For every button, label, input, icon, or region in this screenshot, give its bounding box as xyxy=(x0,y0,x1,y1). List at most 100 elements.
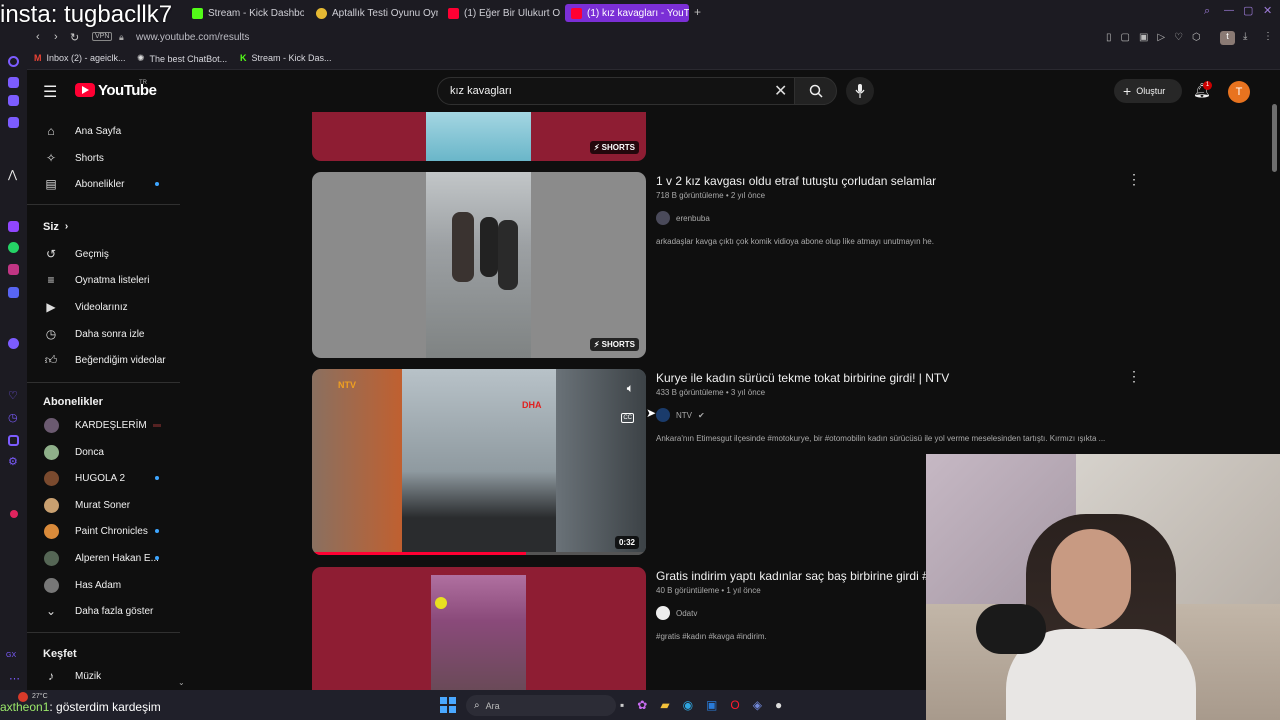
sidebar-sub-alperen-hakan[interactable]: Alperen Hakan E... xyxy=(27,545,187,571)
sidebar-sub-kardeslerim[interactable]: KARDEŞLERİM xyxy=(27,412,187,438)
heart-icon[interactable]: ♡ xyxy=(8,389,18,402)
reload-icon[interactable]: ↻ xyxy=(70,31,79,44)
whatsapp-icon[interactable] xyxy=(8,242,19,253)
tab-kick-dashboard[interactable]: Stream - Kick Dashboard xyxy=(186,4,304,22)
back-icon[interactable]: ‹ xyxy=(36,31,40,43)
your-videos-icon: ▶ xyxy=(46,300,56,314)
shorts-badge: ⚡︎ SHORTS xyxy=(589,338,639,351)
sidebar-scroll-up-icon[interactable]: ⌃ xyxy=(178,112,185,115)
video-title[interactable]: 1 v 2 kız kavgası oldu etraf tutuştu çor… xyxy=(656,174,936,188)
tab-youtube-active[interactable]: (1) kız kavagları - YouTube xyxy=(565,4,689,22)
search-tabs-icon[interactable]: ⌕ xyxy=(1204,5,1210,18)
sidebar-sub-paint-chronicles[interactable]: Paint Chronicles xyxy=(27,518,187,544)
channel-link[interactable]: NTV ✔︎ xyxy=(656,408,705,422)
webcam-overlay xyxy=(926,454,1280,720)
page-scrollbar[interactable] xyxy=(1272,104,1277,172)
taskbar-search[interactable]: ⌕ Ara xyxy=(466,695,616,716)
mouse-cursor: ➤ xyxy=(646,406,657,420)
sidebar-sub-murat-soner[interactable]: Murat Soner xyxy=(27,492,187,518)
subscriptions-icon: ▤ xyxy=(45,177,57,191)
forward-icon[interactable]: › xyxy=(54,31,58,43)
bookmark-gmail[interactable]: M Inbox (2) - ageiclk... xyxy=(34,53,126,63)
captions-icon[interactable]: CC xyxy=(621,413,634,423)
youtube-logo-text[interactable]: YouTube xyxy=(98,82,157,99)
pin-icon[interactable] xyxy=(8,435,19,446)
search-box[interactable]: kız kavagları ✕ xyxy=(437,77,825,105)
sidebar-item-playlists[interactable]: ≡ Oynatma listeleri xyxy=(27,267,187,293)
channel-link[interactable]: Odatv xyxy=(656,606,697,620)
sidebar-show-more[interactable]: ⌄ Daha fazla göster xyxy=(27,598,187,624)
search-button[interactable] xyxy=(794,77,837,105)
aria-icon[interactable] xyxy=(8,56,19,67)
bookmark-chatbot[interactable]: ✺ The best ChatBot... xyxy=(137,53,227,64)
sidebar-sub-donca[interactable]: Donca xyxy=(27,439,187,465)
sidebar-divider xyxy=(27,204,180,205)
tab-aptallik-testi[interactable]: Aptallık Testi Oyunu Oyna xyxy=(310,4,438,22)
settings-icon[interactable]: ⚙ xyxy=(8,455,18,468)
playlist-icon: ≡ xyxy=(47,273,55,287)
channel-avatar xyxy=(656,211,670,225)
sidebar-sub-has-adam[interactable]: Has Adam xyxy=(27,572,187,598)
more-actions-icon[interactable]: ⋮ xyxy=(1127,368,1141,385)
instagram-icon[interactable] xyxy=(8,264,19,275)
new-tab-icon[interactable]: + xyxy=(694,5,701,19)
video-thumbnail[interactable]: NTV DHA 🔈︎ CC 0:32 xyxy=(312,369,646,555)
messenger-icon[interactable] xyxy=(8,117,19,128)
arc-icon[interactable]: ⋀ xyxy=(8,168,17,181)
sidebar-item-history[interactable]: ↺ Geçmiş xyxy=(27,241,187,267)
video-progress-track[interactable] xyxy=(312,552,646,555)
sidebar-item-subscriptions[interactable]: ▤ Abonelikler xyxy=(27,171,187,197)
url-field[interactable]: www.youtube.com/results xyxy=(136,32,249,43)
clock-icon[interactable]: ◷ xyxy=(8,411,18,424)
hamburger-menu-icon[interactable]: ☰ xyxy=(43,82,57,102)
taskbar-app-icons[interactable]: ▪✿▰◉▣O◈● xyxy=(620,698,795,712)
youtube-logo-icon[interactable] xyxy=(75,83,95,97)
minimize-icon[interactable]: — xyxy=(1224,5,1234,16)
search-input[interactable]: kız kavagları xyxy=(450,85,512,97)
account-avatar[interactable]: T xyxy=(1228,81,1250,103)
sidebar-item-watch-later[interactable]: ◷ Daha sonra izle xyxy=(27,321,187,347)
twitch-icon[interactable] xyxy=(8,221,19,232)
video-title[interactable]: Kurye ile kadın sürücü tekme tokat birbi… xyxy=(656,371,949,385)
sidebar-item-music[interactable]: ♪ Müzik xyxy=(27,663,187,689)
create-button[interactable]: + Oluştur xyxy=(1114,79,1182,103)
video-thumbnail[interactable]: ⚡︎ SHORTS xyxy=(312,112,646,161)
video-thumbnail[interactable]: ⚡︎ SHORTS xyxy=(312,172,646,358)
shopping-icon[interactable] xyxy=(8,77,19,88)
channel-link[interactable]: erenbuba xyxy=(656,211,710,225)
video-title[interactable]: Gratis indirim yaptı kadınlar saç baş bi… xyxy=(656,569,926,583)
player-icon[interactable] xyxy=(8,338,19,349)
toolbar-extension-icons[interactable]: ▯▢▣▷♡⬡ xyxy=(1106,32,1210,43)
bolt-icon: ⚡︎ xyxy=(593,340,602,349)
download-icon[interactable]: ⤓ xyxy=(1243,31,1247,42)
video-thumbnail[interactable] xyxy=(312,567,646,690)
sidebar-item-your-videos[interactable]: ▶ Videolarınız xyxy=(27,294,187,320)
sidebar-scroll-down-icon[interactable]: ⌄ xyxy=(178,678,185,687)
sidebar-sub-hugola[interactable]: HUGOLA 2 xyxy=(27,465,187,491)
windows-start-icon[interactable] xyxy=(440,697,456,713)
notification-count-badge: 1 xyxy=(1203,81,1212,90)
discord-icon[interactable] xyxy=(8,287,19,298)
person-face xyxy=(1051,529,1131,629)
chatgpt-icon: ✺ xyxy=(137,53,145,63)
close-window-icon[interactable]: ✕ xyxy=(1263,4,1272,17)
maximize-icon[interactable]: ▢ xyxy=(1243,4,1253,17)
more-icon[interactable]: ⋯ xyxy=(9,672,20,685)
clear-search-icon[interactable]: ✕ xyxy=(774,81,787,101)
wallet-icon[interactable] xyxy=(8,95,19,106)
menu-icon[interactable]: ⋮ xyxy=(1263,31,1273,42)
sidebar-item-shorts[interactable]: ✧ Shorts xyxy=(27,145,187,171)
browser-tab-bar: Stream - Kick Dashboard Aptallık Testi O… xyxy=(0,0,1280,26)
bookmark-kick[interactable]: K Stream - Kick Das... xyxy=(240,53,332,63)
sidebar-item-home[interactable]: ⌂ Ana Sayfa xyxy=(27,118,187,144)
vpn-badge[interactable]: VPN xyxy=(92,32,113,41)
more-actions-icon[interactable]: ⋮ xyxy=(1127,171,1141,188)
gx-icon[interactable]: GX xyxy=(6,652,16,659)
profile-icon[interactable]: t xyxy=(1220,31,1235,45)
sidebar-you-heading[interactable]: Siz › xyxy=(43,221,68,233)
record-icon[interactable] xyxy=(10,510,18,518)
tab-youtube-ulukurt[interactable]: (1) Eğer Bir Ulukurt Olarak xyxy=(442,4,560,22)
sidebar-item-liked-videos[interactable]: 👍︎ Beğendiğim videolar xyxy=(27,347,187,373)
mute-icon[interactable]: 🔈︎ xyxy=(627,381,634,396)
voice-search-button[interactable] xyxy=(846,77,874,105)
